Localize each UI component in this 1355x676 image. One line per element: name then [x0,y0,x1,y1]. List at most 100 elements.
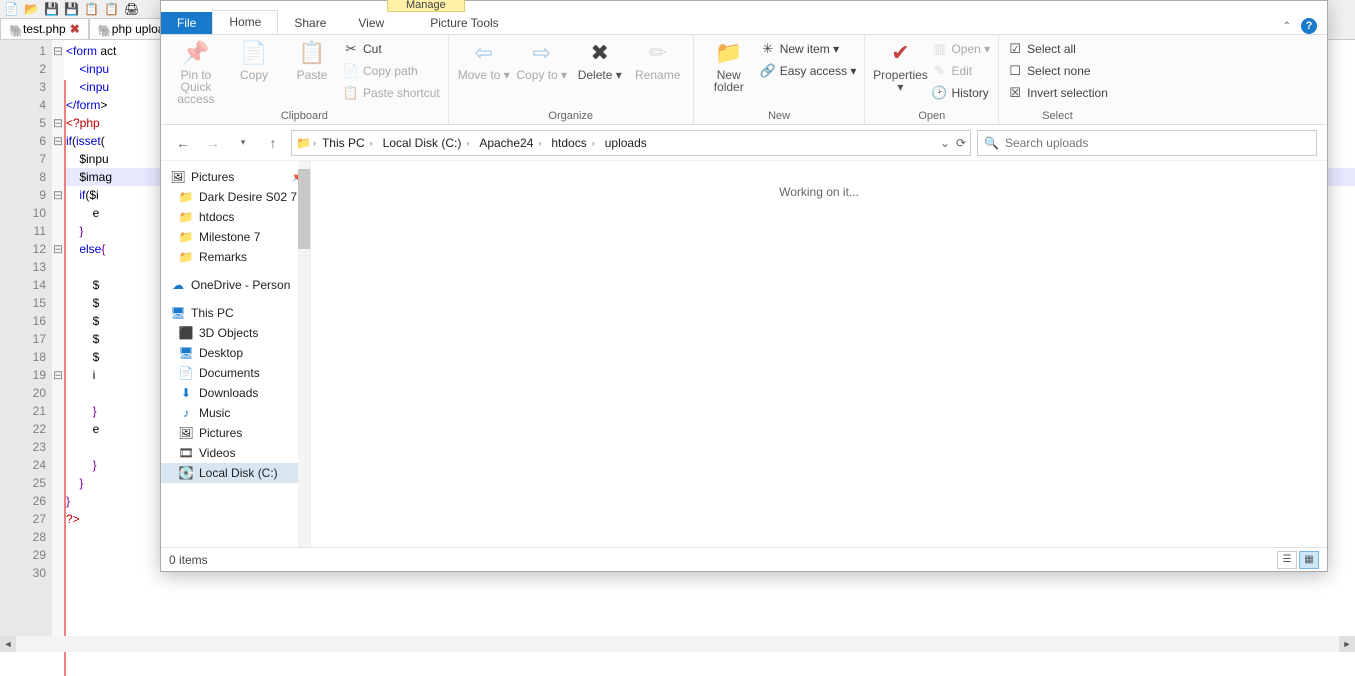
nav-forward-button[interactable]: → [201,131,225,155]
copy-icon: 📄 [239,39,269,67]
ribbon-tab-file[interactable]: File [161,12,212,34]
chevron-right-icon: › [466,138,469,148]
nav-item-pictures[interactable]: 🖼Pictures📌 [161,167,310,187]
nav-item-onedrive[interactable]: ☁OneDrive - Person [161,275,310,295]
new-icon[interactable]: 📄 [4,2,18,16]
nav-item-music[interactable]: ♪Music [161,403,310,423]
copy-icon[interactable]: 📋 [84,2,98,16]
ribbon-group-open: ✔Properties ▾ ▥Open ▾ ✎Edit 🕑History Ope… [865,35,999,124]
nav-label: Documents [199,366,260,380]
print-icon[interactable]: 🖨 [124,2,138,16]
pin-icon: 📌 [181,39,211,67]
scroll-left-icon[interactable]: ◄ [0,636,16,652]
select-none-button[interactable]: ☐Select none [1007,61,1108,81]
address-dropdown-icon[interactable]: ⌄ [940,136,950,150]
saveall-icon[interactable]: 💾 [64,2,78,16]
ribbon: 📌 Pin to Quick access 📄 Copy 📋 Paste ✂Cu… [161,35,1327,125]
chevron-right-icon[interactable]: › [313,138,316,148]
cut-icon: ✂ [343,41,359,57]
copy-to-button[interactable]: ⇨Copy to ▾ [515,39,569,81]
paste-shortcut-button[interactable]: 📋Paste shortcut [343,83,440,103]
ribbon-tab-home[interactable]: Home [212,10,278,34]
nav-label: htdocs [199,210,234,224]
move-to-button[interactable]: ⇦Move to ▾ [457,39,511,81]
nav-item-pictures2[interactable]: 🖼Pictures [161,423,310,443]
copy-path-button[interactable]: 📄Copy path [343,61,440,81]
history-button[interactable]: 🕑History [931,83,990,103]
desktop-icon: 🖥 [179,346,193,360]
open-button[interactable]: ▥Open ▾ [931,39,990,59]
nav-item-thispc[interactable]: 🖥This PC [161,303,310,323]
open-label: Open ▾ [951,42,990,56]
nav-label: Videos [199,446,235,460]
search-box[interactable]: 🔍 [977,130,1317,156]
breadcrumb-item[interactable]: uploads [601,136,651,150]
nav-recent-dropdown[interactable]: ▾ [231,131,255,155]
help-icon[interactable]: ? [1301,18,1317,34]
nav-label: Remarks [199,250,247,264]
search-input[interactable] [1005,136,1310,150]
nav-item-documents[interactable]: 📄 Documents [161,363,310,383]
properties-icon: ✔ [885,39,915,67]
ribbon-group-new: 📁New folder ✳New item ▾ 🔗Easy access ▾ N… [694,35,866,124]
ribbon-tab-share[interactable]: Share [278,12,342,34]
scroll-right-icon[interactable]: ► [1339,636,1355,652]
paste-button[interactable]: 📋 Paste [285,39,339,81]
nav-item-milestone7[interactable]: 📁Milestone 7 [161,227,310,247]
properties-label: Properties ▾ [873,69,928,93]
new-folder-button[interactable]: 📁New folder [702,39,756,93]
view-details-button[interactable]: ☰ [1277,551,1297,569]
breadcrumb-item[interactable]: Local Disk (C:)› [379,136,474,150]
nav-item-remarks[interactable]: 📁Remarks [161,247,310,267]
move-to-icon: ⇦ [469,39,499,67]
paste-shortcut-label: Paste shortcut [363,86,440,100]
breadcrumb-item[interactable]: Apache24› [475,136,545,150]
close-icon[interactable]: ✖ [70,22,80,36]
address-bar[interactable]: 📁 › This PC› Local Disk (C:)› Apache24› … [291,130,971,156]
pictures-icon: 🖼 [171,170,185,184]
open-icon[interactable]: 📂 [24,2,38,16]
rename-icon: ✏ [643,39,673,67]
select-all-button[interactable]: ☑Select all [1007,39,1108,59]
folder-icon: 📁 [179,230,193,244]
rename-button[interactable]: ✏Rename [631,39,685,81]
view-large-icons-button[interactable]: ▦ [1299,551,1319,569]
nav-item-localdisk[interactable]: 💽Local Disk (C:) [161,463,310,483]
navigation-pane[interactable]: 🖼Pictures📌 📁Dark Desire S02 7 📁htdocs 📁M… [161,161,311,547]
nav-item-htdocs[interactable]: 📁htdocs [161,207,310,227]
new-item-button[interactable]: ✳New item ▾ [760,39,857,59]
pin-quick-access-button[interactable]: 📌 Pin to Quick access [169,39,223,105]
ribbon-group-organize: ⇦Move to ▾ ⇨Copy to ▾ ✖Delete ▾ ✏Rename … [449,35,694,124]
nav-item-darkdesire[interactable]: 📁Dark Desire S02 7 [161,187,310,207]
fold-column: ⊟⊟⊟⊟⊟⊟ [52,40,64,636]
nav-label: Local Disk (C:) [199,466,278,480]
nav-back-button[interactable]: ← [171,131,195,155]
refresh-icon[interactable]: ⟳ [956,136,966,150]
nav-item-desktop[interactable]: 🖥Desktop [161,343,310,363]
nav-item-3dobjects[interactable]: ⬛3D Objects [161,323,310,343]
ribbon-tab-picture-tools[interactable]: Picture Tools [414,12,514,34]
ribbon-tab-view[interactable]: View [342,12,400,34]
nav-item-videos[interactable]: 🎞Videos [161,443,310,463]
save-icon[interactable]: 💾 [44,2,58,16]
content-pane[interactable]: Working on it... [311,161,1327,547]
cut-button[interactable]: ✂Cut [343,39,440,59]
horizontal-scrollbar[interactable]: ◄ ► [0,636,1355,652]
breadcrumb-item[interactable]: htdocs› [547,136,598,150]
scroll-track[interactable] [16,636,1339,652]
copy-button[interactable]: 📄 Copy [227,39,281,81]
properties-button[interactable]: ✔Properties ▾ [873,39,927,93]
collapse-ribbon-icon[interactable]: ⌃ [1283,21,1291,32]
delete-button[interactable]: ✖Delete ▾ [573,39,627,81]
easy-access-icon: 🔗 [760,63,776,79]
documents-icon: 📄 [179,366,193,380]
easy-access-button[interactable]: 🔗Easy access ▾ [760,61,857,81]
edit-button[interactable]: ✎Edit [931,61,990,81]
breadcrumb-item[interactable]: This PC› [318,136,377,150]
nav-up-button[interactable]: ↑ [261,131,285,155]
paste-icon[interactable]: 📋 [104,2,118,16]
invert-selection-button[interactable]: ☒Invert selection [1007,83,1108,103]
file-tab-testphp[interactable]: 🐘 test.php ✖ [0,18,89,39]
scrollbar-thumb[interactable] [298,169,310,249]
nav-item-downloads[interactable]: ⬇Downloads [161,383,310,403]
